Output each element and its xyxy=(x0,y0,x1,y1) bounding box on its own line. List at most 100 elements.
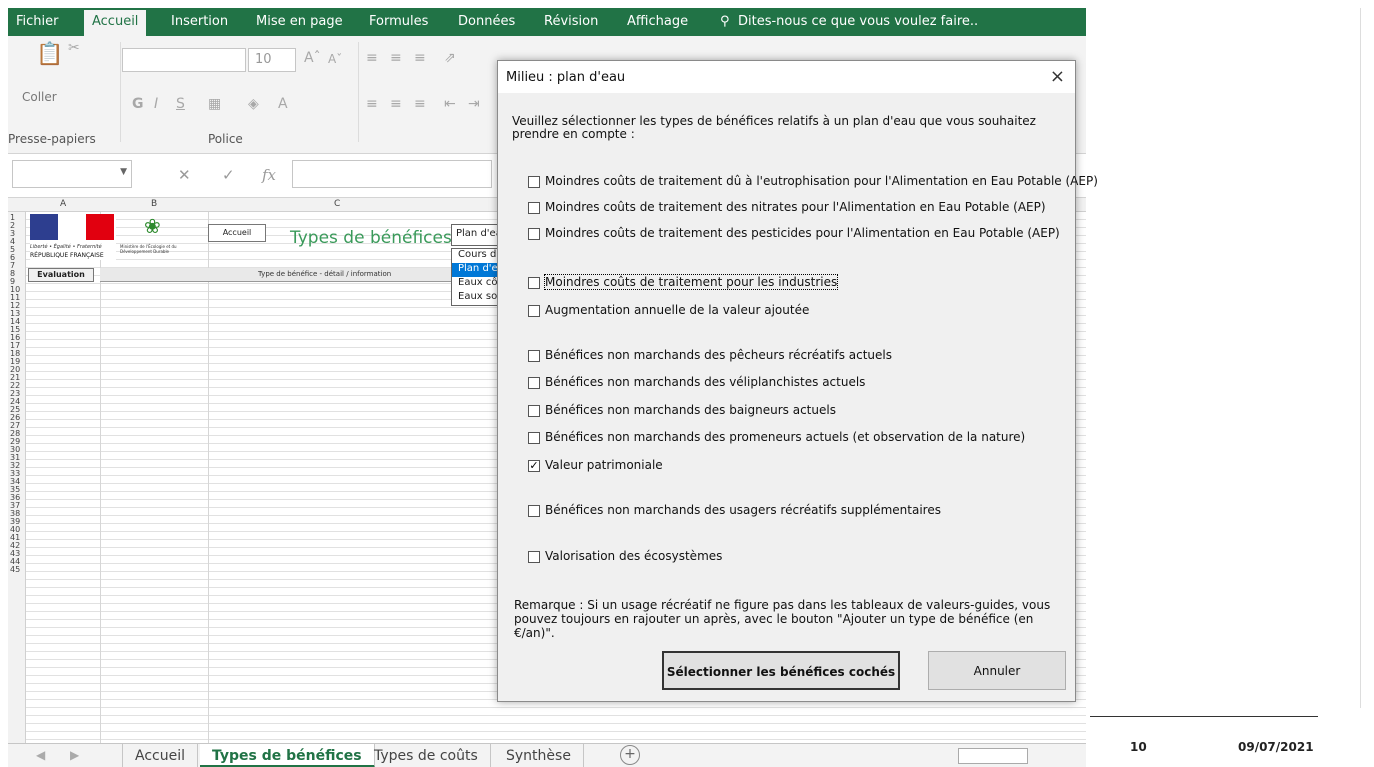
checkbox-box[interactable] xyxy=(528,350,540,362)
function-icon[interactable]: fx xyxy=(262,166,276,184)
checkbox-label: Bénéfices non marchands des usagers récr… xyxy=(545,503,941,517)
menu-fichier[interactable]: Fichier xyxy=(16,14,59,29)
borders-icon[interactable]: ▦ xyxy=(208,96,221,112)
tab-accueil[interactable]: Accueil xyxy=(122,744,198,767)
align-left-icon[interactable]: ≡ xyxy=(366,96,378,112)
cancel-formula-icon[interactable]: ✕ xyxy=(178,166,191,184)
align-center-icon[interactable]: ≡ xyxy=(390,96,402,112)
scroll-right-icon[interactable]: ▶ xyxy=(70,748,79,762)
indent-icon[interactable]: ⇤ xyxy=(444,96,456,112)
checkbox-box[interactable] xyxy=(528,377,540,389)
horizontal-scrollbar[interactable] xyxy=(958,748,1028,764)
checkbox-box[interactable] xyxy=(528,551,540,563)
dialog-intro: Veuillez sélectionner les types de bénéf… xyxy=(512,114,1036,141)
align-middle-icon[interactable]: ≡ xyxy=(390,50,402,66)
checkbox-box[interactable] xyxy=(528,228,540,240)
menu-bar: Fichier Accueil Insertion Mise en page F… xyxy=(8,8,1086,36)
fill-color-icon[interactable]: ◈ xyxy=(248,96,259,112)
tab-synthese[interactable]: Synthèse xyxy=(494,744,584,767)
checkbox-box[interactable] xyxy=(528,405,540,417)
ministry-logo: ❀ Ministère de l'Écologie et du Développ… xyxy=(120,214,190,260)
checkbox-label: Moindres coûts de traitement dû à l'eutr… xyxy=(545,174,1098,188)
align-right-icon[interactable]: ≡ xyxy=(414,96,426,112)
font-size-box[interactable]: 10 xyxy=(248,48,296,72)
checkbox-label: Bénéfices non marchands des pêcheurs réc… xyxy=(545,348,893,362)
paste-label: Coller xyxy=(22,90,57,104)
checkbox-label: Valeur patrimoniale xyxy=(545,458,663,472)
paste-icon[interactable]: 📋 xyxy=(36,42,63,67)
evaluation-button[interactable]: Evaluation xyxy=(28,268,94,282)
select-checked-button[interactable]: Sélectionner les bénéfices cochés xyxy=(662,651,900,690)
chevron-down-icon[interactable]: ▼ xyxy=(120,167,127,177)
checkbox-label: Augmentation annuelle de la valeur ajout… xyxy=(545,303,810,317)
tree-icon: ❀ xyxy=(144,214,161,238)
checkbox-box[interactable] xyxy=(528,432,540,444)
slide-date: 09/07/2021 xyxy=(1238,740,1314,754)
enter-formula-icon[interactable]: ✓ xyxy=(222,166,235,184)
home-button[interactable]: Accueil xyxy=(208,224,266,242)
checkbox-label: Bénéfices non marchands des baigneurs ac… xyxy=(545,403,836,417)
tab-types-de-benefices[interactable]: Types de bénéfices xyxy=(200,744,375,767)
dialog-note: Remarque : Si un usage récréatif ne figu… xyxy=(514,598,1051,640)
menu-accueil[interactable]: Accueil xyxy=(84,10,147,36)
checkbox-label: Moindres coûts de traitement des nitrate… xyxy=(545,200,1046,214)
menu-mise-en-page[interactable]: Mise en page xyxy=(256,14,343,29)
menu-insertion[interactable]: Insertion xyxy=(171,14,228,29)
column-header-b[interactable]: B xyxy=(151,199,157,209)
checkbox-label: Moindres coûts de traitement des pestici… xyxy=(545,226,1060,240)
dialog-titlebar[interactable]: Milieu : plan d'eau × xyxy=(498,61,1075,93)
slide-number: 10 xyxy=(1130,740,1147,754)
menu-donnees[interactable]: Données xyxy=(458,14,515,29)
flag-white xyxy=(58,214,86,240)
grow-font-icon[interactable]: Aˆ xyxy=(304,50,321,66)
checkbox-box[interactable] xyxy=(528,505,540,517)
close-icon[interactable]: × xyxy=(1050,66,1065,87)
font-name-box[interactable] xyxy=(122,48,246,72)
cut-icon[interactable]: ✂ xyxy=(68,40,80,56)
ministry-text: Ministère de l'Écologie et du Développem… xyxy=(120,244,177,254)
checkbox-box-checked[interactable]: ✓ xyxy=(528,460,540,472)
column-header-a[interactable]: A xyxy=(60,199,66,209)
checkbox-label: Valorisation des écosystèmes xyxy=(545,549,723,563)
orientation-icon[interactable]: ⇗ xyxy=(444,50,456,66)
dialog-title: Milieu : plan d'eau xyxy=(506,70,626,85)
column-divider xyxy=(208,212,209,743)
footer-rule xyxy=(1090,716,1318,717)
tab-types-de-couts[interactable]: Types de coûts xyxy=(362,744,491,767)
align-bottom-icon[interactable]: ≡ xyxy=(414,50,426,66)
checkbox-box[interactable] xyxy=(528,277,540,289)
ribbon-separator xyxy=(120,42,121,142)
checkbox-box[interactable] xyxy=(528,305,540,317)
scroll-left-icon[interactable]: ◀ xyxy=(36,748,45,762)
column-header-c[interactable]: C xyxy=(334,199,340,209)
font-color-icon[interactable]: A xyxy=(278,96,288,112)
row-header[interactable]: 45 xyxy=(10,566,20,574)
outdent-icon[interactable]: ⇥ xyxy=(468,96,480,112)
align-top-icon[interactable]: ≡ xyxy=(366,50,378,66)
add-sheet-icon[interactable]: + xyxy=(620,745,640,765)
underline-button[interactable]: S xyxy=(176,96,185,112)
flag-blue xyxy=(30,214,58,240)
sheet-tabs-bar: ◀ ▶ Accueil Types de bénéfices Types de … xyxy=(8,743,1086,767)
checkbox-box[interactable] xyxy=(528,176,540,188)
menu-revision[interactable]: Révision xyxy=(544,14,598,29)
checkbox-label: Bénéfices non marchands des véliplanchis… xyxy=(545,375,866,389)
dialog-plan-deau: Milieu : plan d'eau × Veuillez sélection… xyxy=(497,60,1098,702)
ribbon-separator xyxy=(358,42,359,142)
checkbox-label: Moindres coûts de traitement pour les in… xyxy=(543,274,839,290)
name-box[interactable]: ▼ xyxy=(12,160,132,188)
row-headers: 1 2 3 4 5 6 7 8 9 10 11 12 13 14 15 16 17 18 19 20 21 22 23 24 2… xyxy=(8,212,26,743)
cancel-button[interactable]: Annuler xyxy=(928,651,1066,690)
tell-me-search[interactable]: Dites-nous ce que vous voulez faire.. xyxy=(738,14,978,29)
bold-button[interactable]: G xyxy=(132,96,144,112)
shrink-font-icon[interactable]: Aˇ xyxy=(328,52,342,66)
formula-input[interactable] xyxy=(292,160,492,188)
menu-affichage[interactable]: Affichage xyxy=(627,14,688,29)
menu-formules[interactable]: Formules xyxy=(369,14,428,29)
font-size-value: 10 xyxy=(255,52,272,67)
checkbox-box[interactable] xyxy=(528,202,540,214)
slide-border xyxy=(1360,8,1361,708)
font-group-label: Police xyxy=(208,132,243,146)
lightbulb-icon: ⚲ xyxy=(720,14,730,29)
italic-button[interactable]: I xyxy=(154,96,158,112)
